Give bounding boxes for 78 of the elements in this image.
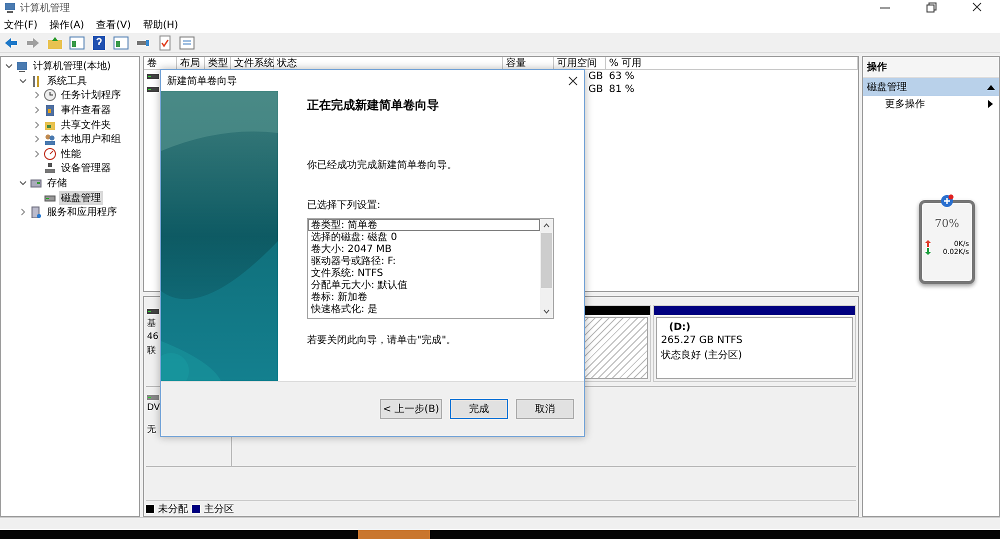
dialog-button[interactable]: < 上一步(B) [380,399,442,420]
list-item[interactable]: 卷标: 新加卷 [308,291,540,304]
disk-label: DV [147,403,161,413]
dialog-button[interactable]: 完成 [450,399,508,420]
disk-label: 联 [147,344,157,357]
tree-item[interactable]: 设备管理器 [59,161,113,176]
intro-text: 你已经成功完成新建简单卷向导。 [307,158,458,172]
settings-list[interactable]: 卷类型: 简单卷 选择的磁盘: 磁盘 0 卷大小: 2047 MB 驱动器号或路径: F: 文件系统: NTFS 分配单元大小: 默认值 卷标: 新加卷 快速格式化: 是 [307,218,554,320]
menu-item[interactable]: 帮助(H) [142,18,178,32]
tree-item[interactable]: 服务和应用程序 [45,205,119,220]
dialog-button[interactable]: 取消 [516,399,574,420]
submenu-arrow-icon [988,100,993,108]
device-icon [44,162,56,174]
disk-label: 46 [147,332,160,342]
pane-title: 操作 [863,57,999,78]
computer-icon [16,60,28,72]
partition-name: (D:) [668,322,692,333]
download-arrow-icon [925,248,931,255]
folder-icon[interactable] [47,34,63,50]
column-header[interactable]: % 可用 [606,57,858,69]
collapse-arrow-icon[interactable] [987,84,995,90]
storage-icon [30,177,42,190]
tree-item[interactable]: 本地用户和组 [59,132,123,146]
gauge-icon [44,148,56,160]
disk-label: 基 [147,318,157,330]
computer-icon [4,2,16,14]
disk-label: 无 [147,424,157,436]
tree-item[interactable]: 存储 [45,176,69,190]
partition-status: 状态良好 (主分区) [661,348,743,362]
pane-icon[interactable] [69,34,85,50]
tree-item[interactable]: 计算机管理(本地) [31,59,113,74]
partition-size: 265.27 GB NTFS [661,335,744,346]
drive-icon [147,74,159,80]
table-cell: 81 % [609,84,634,95]
legend-label: 未分配 [158,502,188,516]
window-title: 计算机管理 [20,2,70,15]
clock-icon [44,89,56,102]
tree-item[interactable]: 共享文件夹 [59,118,113,132]
help-icon[interactable] [91,34,107,50]
closing-text: 若要关闭此向导，请单击"完成"。 [307,334,458,348]
pane-icon[interactable] [113,34,129,50]
users-icon [44,133,56,146]
list-icon[interactable] [179,34,195,50]
wizard-heading: 正在完成新建简单卷向导 [307,97,440,114]
menu-item[interactable]: 查看(V) [96,18,131,32]
menu-item[interactable]: 操作(A) [50,18,84,32]
usage-percent: 70% [934,217,960,230]
table-cell: 63 % [609,71,634,82]
action-item[interactable]: 更多操作 [863,96,999,112]
settings-label: 已选择下列设置: [307,198,382,212]
partition[interactable]: (D:) 265.27 GB NTFS 状态良好 (主分区) [653,305,856,382]
list-item[interactable]: 选择的磁盘: 磁盘 0 [308,231,540,244]
close-icon[interactable] [568,76,578,86]
tree-item[interactable]: 性能 [59,146,83,161]
server-icon [30,206,42,218]
list-item[interactable]: 分配单元大小: 默认值 [308,279,540,292]
action-section[interactable]: 磁盘管理 [863,78,999,96]
legend-label: 主分区 [204,502,234,516]
dialog-title: 新建简单卷向导 [167,74,237,88]
menu-item[interactable]: 文件(F) [4,18,38,32]
cd-drive-icon [147,395,159,401]
list-item[interactable]: 文件系统: NTFS [308,267,540,280]
book-icon [44,104,56,116]
list-item[interactable]: 卷大小: 2047 MB [308,243,540,256]
table-cell: GB [588,71,603,82]
checklist-icon[interactable] [157,34,173,50]
drive-icon [147,86,159,92]
table-cell: GB [588,84,603,95]
list-item[interactable]: 驱动器号或路径: F: [308,255,540,268]
list-item[interactable]: 快速格式化: 是 [308,303,540,316]
tree-item[interactable]: 系统工具 [45,74,89,88]
plus-icon[interactable] [940,194,954,208]
tools-icon [30,74,42,87]
tree-item[interactable]: 事件查看器 [59,103,113,118]
tree-item[interactable]: 任务计划程序 [59,88,123,102]
upload-arrow-icon [925,240,931,247]
tree-item[interactable]: 磁盘管理 [59,190,103,205]
list-item[interactable]: 卷类型: 简单卷 [308,219,540,232]
